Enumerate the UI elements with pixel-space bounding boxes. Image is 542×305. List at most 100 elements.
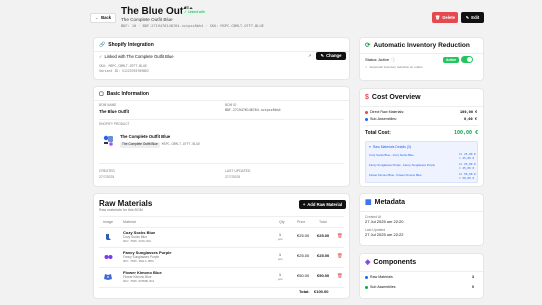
- product-image: [102, 133, 116, 147]
- item-sku: SKU: MSPC-SNGLS-PRPL: [123, 260, 155, 263]
- item-price: €50.00: [297, 273, 310, 278]
- sub-label: Sub-Assemblies:: [370, 117, 397, 121]
- edit-button[interactable]: ✎ Edit: [461, 12, 484, 23]
- check-circle-icon: ✓: [99, 54, 103, 59]
- trash-icon[interactable]: 🗑: [337, 273, 343, 278]
- plus-icon: +: [302, 201, 306, 207]
- metadata-title: Metadata: [374, 199, 405, 206]
- page-subtitle: The Complete Outfit Blue: [121, 17, 173, 22]
- product-sku: MSPC-CBMLT-OTFT-BLUE: [161, 142, 201, 146]
- item-sku: SKU: MSPC-KIMONO-BLU: [123, 280, 155, 283]
- col-material: Material: [123, 220, 136, 224]
- status-badge: Active: [443, 57, 460, 64]
- box-icon: ▢: [99, 91, 104, 97]
- detail-line2: = 25,00 €: [459, 156, 475, 160]
- linked-badge: ✓ Linked with: [182, 9, 207, 16]
- detail-name: Flower Kimono Blue - Flower Kimono Blue: [369, 173, 422, 177]
- item-image: [104, 253, 113, 261]
- table-row[interactable]: Flower Kimono Blue Flower Kimono Blue SK…: [99, 269, 346, 286]
- item-image: [104, 273, 113, 281]
- meta-line: BDF: 10 · BDF-2719476148764-nzipxz8bh4 ·…: [121, 24, 264, 28]
- direct-label: Direct Raw Materials:: [370, 110, 405, 114]
- item-unit: pcs: [278, 277, 283, 281]
- metadata-card: ▦ Metadata Created At 27 Jul 2025 um 22:…: [359, 193, 484, 246]
- shopify-product-label: SHOPIFY PRODUCT: [99, 122, 130, 126]
- shopify-card: 🔗 Shopify Integration ✓ Linked with The …: [93, 37, 350, 80]
- components-raw-count: 3: [472, 275, 474, 279]
- calendar-icon: ▦: [365, 199, 372, 206]
- status-label: Status: Active: [365, 57, 390, 62]
- cost-title: Cost Overview: [371, 94, 421, 101]
- raw-subtitle: Raw materials for this BOM: [99, 208, 143, 212]
- blue-dot: [365, 117, 368, 121]
- green-dot: [365, 285, 368, 289]
- auto-inventory-title: Automatic Inventory Reduction: [373, 42, 470, 49]
- components-card: ◈ Components Raw Materials 3 Sub Assembl…: [359, 253, 484, 299]
- col-price: Price: [297, 220, 306, 224]
- bom-id-value: BDF-2719476148764-nzipxz8bh4: [225, 108, 281, 112]
- sub-value: 0,00 €: [464, 117, 477, 121]
- change-button[interactable]: ✎ Change: [316, 52, 346, 60]
- components-title: Components: [373, 259, 417, 266]
- dollar-icon: $: [365, 94, 369, 101]
- external-link-icon[interactable]: ↗: [308, 53, 311, 59]
- created-label: CREATED: [99, 169, 115, 173]
- raw-total-label: Total:: [299, 289, 310, 294]
- bom-name-value: The Blue Outfit: [99, 109, 130, 114]
- meta-created-value: 27 Jul 2025 um 22:20: [365, 219, 404, 224]
- trash-icon: 🗑: [435, 14, 441, 20]
- check-circle-icon: ✓: [365, 65, 368, 69]
- detail-line2: = 50,00 €: [459, 176, 475, 180]
- auto-inventory-note: Automatic inventory reduction on orders: [369, 65, 423, 69]
- product-name: The Complete Outfit Blue: [120, 134, 171, 139]
- table-row[interactable]: Fancy Sunglasses Purple Fancy Sunglasses…: [99, 249, 346, 266]
- auto-inventory-toggle[interactable]: [461, 56, 473, 63]
- col-qty: Qty: [279, 220, 285, 224]
- item-price: €25.00: [297, 253, 310, 258]
- trash-icon[interactable]: 🗑: [337, 233, 343, 238]
- total-cost-label: Total Cost:: [365, 130, 391, 136]
- trash-icon[interactable]: 🗑: [337, 253, 343, 258]
- detail-line2: = 25,00 €: [459, 166, 475, 170]
- blue-dot: [365, 275, 368, 279]
- shopify-linked-text: Linked with The Complete Outfit Blue: [104, 54, 174, 59]
- cost-overview-card: $ Cost Overview Direct Raw Materials: 10…: [359, 88, 484, 187]
- item-total: €25.00: [317, 233, 330, 238]
- item-price: €25.00: [297, 233, 310, 238]
- components-sub-count: 0: [472, 285, 474, 289]
- item-sku: SKU: MSPC-SOCK-BLU: [123, 240, 152, 243]
- updated-label: LAST UPDATED: [225, 169, 251, 173]
- table-row[interactable]: Cozy Socks Blue Cozy Socks Blue SKU: MSP…: [99, 229, 346, 246]
- info-icon: ⓘ: [391, 57, 396, 62]
- col-total: Total: [319, 220, 327, 224]
- components-sub-label: Sub Assemblies: [370, 285, 396, 289]
- total-cost-value: 100,00 €: [454, 130, 479, 136]
- bom-name-label: BOM NAME: [99, 103, 117, 107]
- item-unit: pcs: [278, 237, 283, 241]
- back-label: Back: [101, 15, 112, 21]
- raw-total-value: €100.00: [314, 289, 329, 294]
- arrow-left-icon: ←: [94, 15, 100, 21]
- refresh-icon: ⟳: [365, 42, 371, 49]
- cube-icon: ◈: [365, 259, 371, 266]
- product-variant: The Complete Outfit Blue: [120, 142, 160, 148]
- details-title: Raw Materials Details (3): [372, 145, 411, 149]
- add-raw-material-button[interactable]: + Add Raw Material: [299, 200, 346, 209]
- edit-icon: ✎: [320, 53, 325, 59]
- item-total: €25.00: [317, 253, 330, 258]
- meta-updated-value: 27 Jul 2025 um 22:22: [365, 232, 404, 237]
- item-total: €50.00: [317, 273, 330, 278]
- back-button[interactable]: ← Back: [90, 13, 116, 23]
- created-value: 27/7/2025: [99, 175, 115, 179]
- pencil-icon: ✎: [465, 14, 470, 20]
- col-image: Image: [103, 220, 113, 224]
- check-icon: ✓: [184, 10, 187, 14]
- delete-button[interactable]: 🗑 Delete: [432, 12, 458, 23]
- shopify-title: Shopify Integration: [108, 42, 154, 48]
- layers-icon: ≡: [369, 145, 371, 149]
- basic-info-card: ▢ Basic Information BOM NAME The Blue Ou…: [93, 86, 350, 187]
- detail-name: Cozy Socks Blue - Cozy Socks Blue: [369, 153, 414, 157]
- details-box: ≡ Raw Materials Details (3) Cozy Socks B…: [365, 141, 478, 183]
- detail-name: Fancy Sunglasses Purple - Fancy Sunglass…: [369, 163, 435, 167]
- direct-value: 100,00 €: [460, 110, 478, 114]
